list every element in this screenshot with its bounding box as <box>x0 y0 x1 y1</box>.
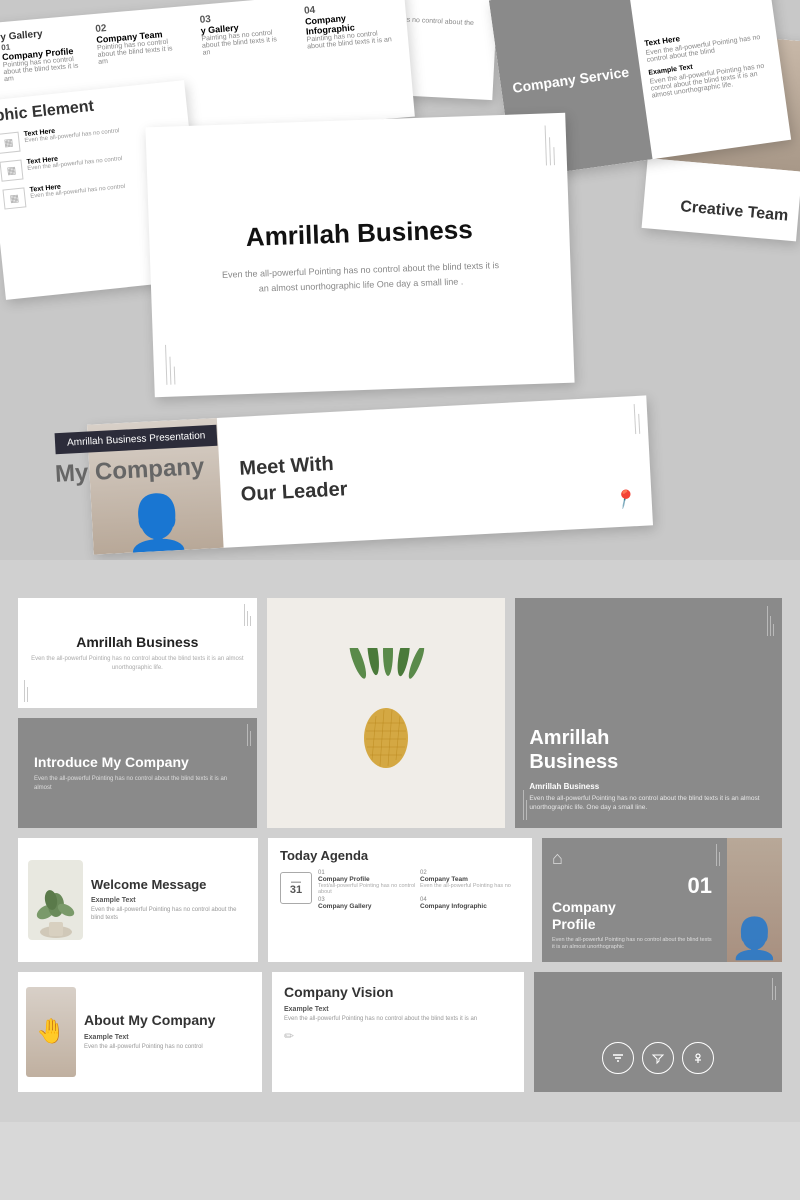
deco-lines-intro <box>247 724 251 746</box>
deco-lines-profile <box>716 844 720 866</box>
amrillah-dark-title: AmrillahBusiness <box>529 726 768 774</box>
agenda-slide: Today Agenda ▬▬ 31 01 Company Profile Te… <box>268 838 532 962</box>
agenda-item2-label: Company Team <box>420 876 520 883</box>
about-image: 🤚 <box>26 987 76 1077</box>
welcome-example: Example Text <box>91 897 248 904</box>
leader-title: Meet WithOur Leader <box>239 438 577 507</box>
deco-lines-dark <box>767 606 774 636</box>
service-icons-slide <box>534 972 782 1092</box>
agenda-item1-label: Company Profile <box>318 876 418 883</box>
about-body: Even the all-powerful Pointing has no co… <box>84 1043 254 1051</box>
graphic-icon-3: ▦ <box>2 187 26 209</box>
vision-body: Even the all-powerful Pointing has no co… <box>284 1015 512 1023</box>
separator <box>0 560 800 578</box>
company-profile-slide: 👤 ⌂ 01 CompanyProfile Even the all-power… <box>542 838 782 962</box>
plant-svg <box>31 870 81 940</box>
edit-icon: ✏ <box>284 1029 512 1043</box>
amrillah-white-title: Amrillah Business <box>76 634 198 650</box>
top-section: y Gallery 01 Company Profile Pointing ha… <box>0 0 800 560</box>
about-slide: 🤚 About My Company Example Text Even the… <box>18 972 262 1092</box>
col-1: Amrillah Business Even the all-powerful … <box>18 598 257 828</box>
welcome-body: Even the all-powerful Pointing has no co… <box>91 906 248 923</box>
leader-pin-area: 📍 <box>592 395 653 528</box>
about-example: Example Text <box>84 1034 254 1041</box>
pin-icon: 📍 <box>611 488 637 513</box>
amrillah-dark-slide: AmrillahBusiness Amrillah Business Even … <box>515 598 782 828</box>
bottom-section: Amrillah Business Even the all-powerful … <box>0 578 800 1122</box>
pineapple-slide <box>267 598 506 828</box>
welcome-slide: Welcome Message Example Text Even the al… <box>18 838 258 962</box>
deco-lines-mini1 <box>244 604 251 626</box>
introduce-slide: Introduce My Company Even the all-powerf… <box>18 718 257 828</box>
icon-circles <box>544 1042 772 1074</box>
filter-icon-1 <box>602 1042 634 1074</box>
agenda-title: Today Agenda <box>280 848 520 864</box>
deco-lines-mini1-bl <box>24 680 28 702</box>
welcome-text: Welcome Message Example Text Even the al… <box>91 877 248 922</box>
creative-title: Creative Team <box>680 197 789 226</box>
service-title: Company Service <box>511 64 630 96</box>
vision-example: Example Text <box>284 1006 512 1013</box>
leader-text: Meet WithOur Leader <box>217 398 599 547</box>
profile-person: 👤 <box>727 838 782 962</box>
graphic-icon-1: ▦ <box>0 132 21 154</box>
profile-title-badge: CompanyProfile <box>552 899 712 933</box>
graphic-icon-2: ▦ <box>0 160 24 182</box>
grid-row-3: 🤚 About My Company Example Text Even the… <box>18 972 782 1092</box>
dark-example: Amrillah Business <box>529 782 768 791</box>
deco-lines-main-bl <box>165 345 175 385</box>
deco-lines-main <box>545 125 555 165</box>
vision-slide: Company Vision Example Text Even the all… <box>272 972 524 1092</box>
welcome-title: Welcome Message <box>91 877 248 893</box>
amrillah-white-subtitle: Even the all-powerful Pointing has no co… <box>28 655 247 672</box>
about-text: About My Company Example Text Even the a… <box>84 1012 254 1051</box>
vision-title: Company Vision <box>284 984 512 1001</box>
profile-num-badge: 01 <box>552 873 712 899</box>
grid-row-2: Welcome Message Example Text Even the al… <box>18 838 782 962</box>
main-center-slide: Amrillah Business Even the all-powerful … <box>145 113 574 397</box>
agenda-item2-text: Even the all-powerful Pointing has no <box>420 883 520 889</box>
agenda-item1-text: Text/all-powerful Pointing has no contro… <box>318 883 418 895</box>
calendar-icon: ▬▬ 31 <box>280 872 312 904</box>
dark-body: Even the all-powerful Pointing has no co… <box>529 794 768 812</box>
agenda-item3-label: Company Gallery <box>318 903 418 910</box>
pineapple-svg <box>346 648 426 778</box>
main-subtitle: Even the all-powerful Pointing has no co… <box>220 258 501 297</box>
filter-icon-3 <box>682 1042 714 1074</box>
main-title: Amrillah Business <box>245 214 473 253</box>
filter-icon-2 <box>642 1042 674 1074</box>
leader-person-icon: 👤 <box>121 489 193 554</box>
introduce-title: Introduce My Company <box>34 754 241 770</box>
introduce-body: Even the all-powerful Pointing has no co… <box>34 775 241 792</box>
deco-lines-service <box>772 978 776 1000</box>
deco-lines-dark-bl <box>523 790 527 820</box>
agenda-items: 01 Company Profile Text/all-powerful Poi… <box>318 870 520 910</box>
profile-body-badge: Even the all-powerful Pointing has no co… <box>552 937 712 952</box>
grid-row-1: Amrillah Business Even the all-powerful … <box>18 598 782 828</box>
agenda-item4-label: Company Infographic <box>420 903 520 910</box>
profile-person-icon: 👤 <box>730 915 780 962</box>
plant-image <box>28 860 83 940</box>
amrillah-white-slide: Amrillah Business Even the all-powerful … <box>18 598 257 708</box>
about-title: About My Company <box>84 1012 254 1029</box>
calendar-date: 31 <box>290 885 302 896</box>
